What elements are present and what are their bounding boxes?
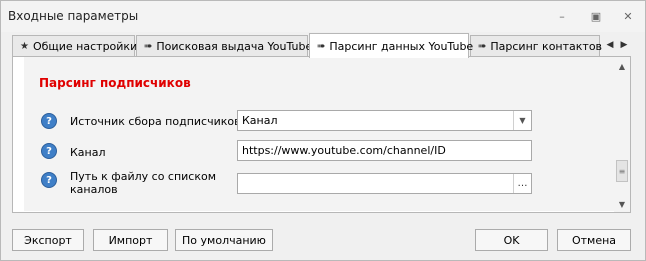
scroll-up-icon[interactable]: ▲: [614, 59, 630, 73]
scroll-down-icon[interactable]: ▼: [614, 197, 630, 211]
tab-next-icon[interactable]: ▶: [616, 36, 632, 54]
ok-button[interactable]: OK: [475, 229, 548, 251]
source-label: Источник сбора подписчиков: [70, 115, 241, 128]
channel-input[interactable]: https://www.youtube.com/channel/ID: [237, 140, 532, 161]
section-title: Парсинг подписчиков: [39, 76, 191, 90]
tab-general-settings[interactable]: ★ Общие настройки: [12, 35, 138, 57]
restore-icon[interactable]: ▣: [588, 8, 604, 24]
tab-label: Парсинг данных YouTube: [329, 39, 474, 53]
source-value: Канал: [242, 114, 278, 127]
close-icon[interactable]: ✕: [620, 8, 636, 24]
title-bar: Входные параметры – ▣ ✕: [1, 1, 645, 32]
settings-area: Парсинг подписчиков ? Источник сбора под…: [24, 57, 614, 211]
tab-label: Общие настройки: [32, 40, 138, 53]
tab-youtube-data-parsing[interactable]: ➠ Парсинг данных YouTube: [309, 33, 473, 58]
tab-strip: ★ Общие настройки ➠ Поисковая выдача You…: [12, 33, 634, 58]
tab-content-panel: Парсинг подписчиков ? Источник сбора под…: [12, 56, 631, 213]
cancel-button[interactable]: Отмена: [557, 229, 631, 251]
import-button[interactable]: Импорт: [93, 229, 168, 251]
help-icon[interactable]: ?: [41, 113, 57, 129]
tab-label: Парсинг контактов: [490, 40, 603, 53]
channel-value: https://www.youtube.com/channel/ID: [242, 144, 446, 157]
arrow-right-icon: ➠: [144, 41, 153, 52]
file-path-input[interactable]: …: [237, 173, 532, 194]
arrow-right-icon: ➠: [478, 41, 487, 52]
star-icon: ★: [20, 41, 29, 52]
help-icon[interactable]: ?: [41, 143, 57, 159]
vertical-scrollbar[interactable]: ▲ ≡ ▼: [614, 57, 630, 212]
dialog-window: Входные параметры – ▣ ✕ ★ Общие настройк…: [0, 0, 646, 261]
file-path-label: Путь к файлу со списком каналов: [70, 170, 217, 196]
export-button[interactable]: Экспорт: [12, 229, 84, 251]
minimize-icon[interactable]: –: [554, 8, 570, 24]
browse-icon[interactable]: …: [513, 174, 531, 193]
tab-contacts-parsing[interactable]: ➠ Парсинг контактов: [470, 35, 603, 57]
help-icon[interactable]: ?: [41, 172, 57, 188]
chevron-down-icon[interactable]: ▼: [513, 111, 531, 130]
scroll-thumb[interactable]: ≡: [616, 160, 628, 182]
source-dropdown[interactable]: Канал ▼: [237, 110, 532, 131]
defaults-button[interactable]: По умолчанию: [175, 229, 273, 251]
tab-youtube-search[interactable]: ➠ Поисковая выдача YouTube: [136, 35, 312, 57]
arrow-right-icon: ➠: [317, 40, 326, 52]
channel-label: Канал: [70, 146, 106, 159]
tab-label: Поисковая выдача YouTube: [156, 40, 313, 53]
window-title: Входные параметры: [8, 9, 139, 23]
